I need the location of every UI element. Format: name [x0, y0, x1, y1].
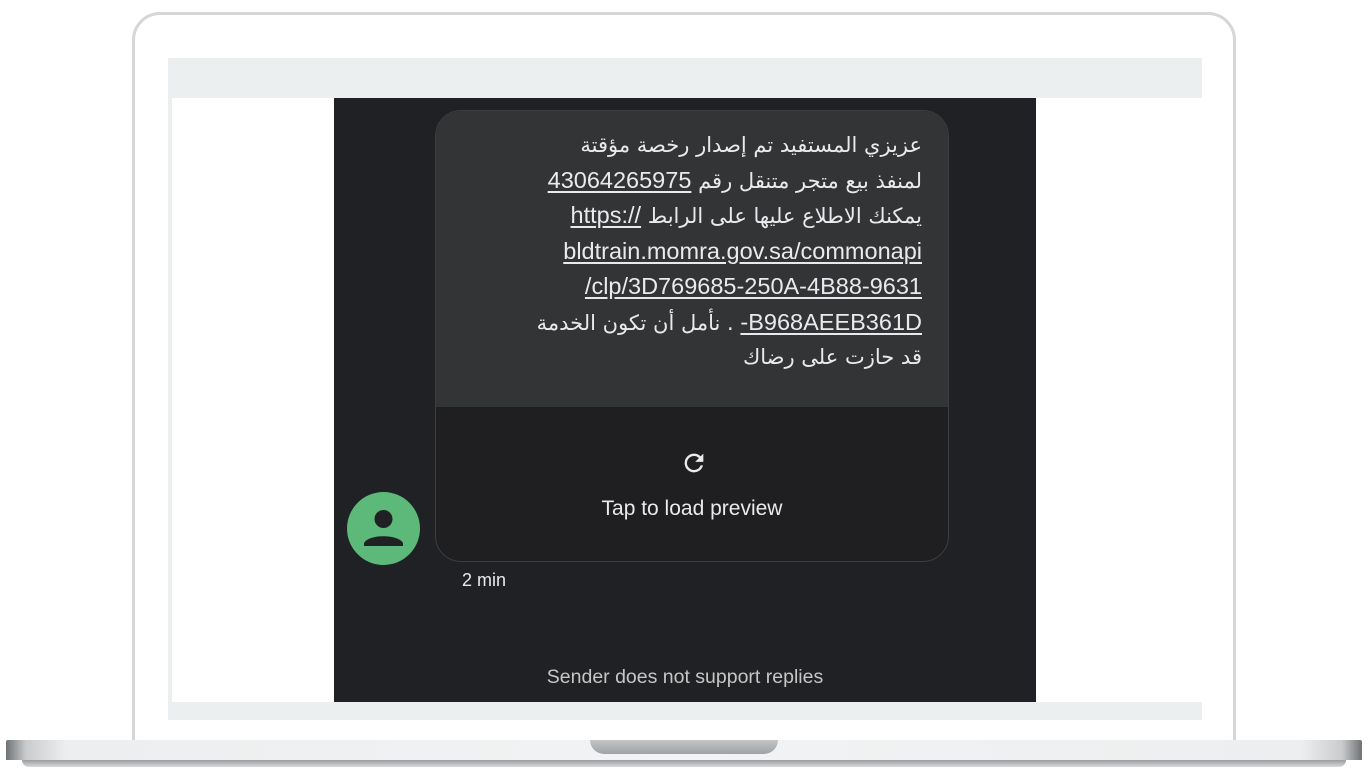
tap-to-load-preview-label[interactable]: Tap to load preview [436, 497, 948, 521]
message-line: لمنفذ بيع متجر متنقل رقم 43064265975 [462, 163, 922, 199]
message-line: /clp/3D769685-250A-4B88-9631 [462, 269, 922, 305]
url-link-part[interactable]: /clp/3D769685-250A-4B88-9631 [585, 273, 922, 299]
message-line-text: لمنفذ بيع متجر متنقل رقم [698, 168, 922, 193]
no-reply-notice: Sender does not support replies [546, 666, 824, 688]
message-text: عزيزي المستفيد تم إصدار رخصة مؤقتة لمنفذ… [436, 111, 948, 407]
url-link-part[interactable]: https:// [571, 202, 642, 228]
laptop-base-edge [22, 760, 1346, 767]
message-line: قد حازت على رضاك [742, 345, 922, 369]
message-line: -B968AEEB361D . نأمل أن تكون الخدمة [462, 305, 922, 341]
refresh-icon[interactable] [680, 449, 708, 477]
url-link-part[interactable]: bldtrain.momra.gov.sa/commonapi [563, 238, 922, 264]
sender-avatar[interactable] [347, 492, 420, 565]
message-timestamp: 2 min [462, 570, 507, 590]
url-link-part[interactable]: -B968AEEB361D [740, 309, 922, 335]
message-line-text: . نأمل أن تكون الخدمة [536, 310, 734, 335]
link-preview[interactable]: Tap to load preview [436, 407, 948, 561]
message-bubble[interactable]: عزيزي المستفيد تم إصدار رخصة مؤقتة لمنفذ… [435, 110, 949, 562]
message-line: bldtrain.momra.gov.sa/commonapi [462, 234, 922, 270]
message-line: يمكنك الاطلاع عليها على الرابط https:// [462, 198, 922, 234]
message-line-text: يمكنك الاطلاع عليها على الرابط [647, 204, 922, 228]
license-number-link[interactable]: 43064265975 [548, 167, 692, 193]
laptop-notch [590, 740, 778, 754]
message-line: عزيزي المستفيد تم إصدار رخصة مؤقتة [580, 133, 922, 157]
person-icon [364, 510, 403, 546]
messaging-screen: عزيزي المستفيد تم إصدار رخصة مؤقتة لمنفذ… [334, 98, 1036, 702]
